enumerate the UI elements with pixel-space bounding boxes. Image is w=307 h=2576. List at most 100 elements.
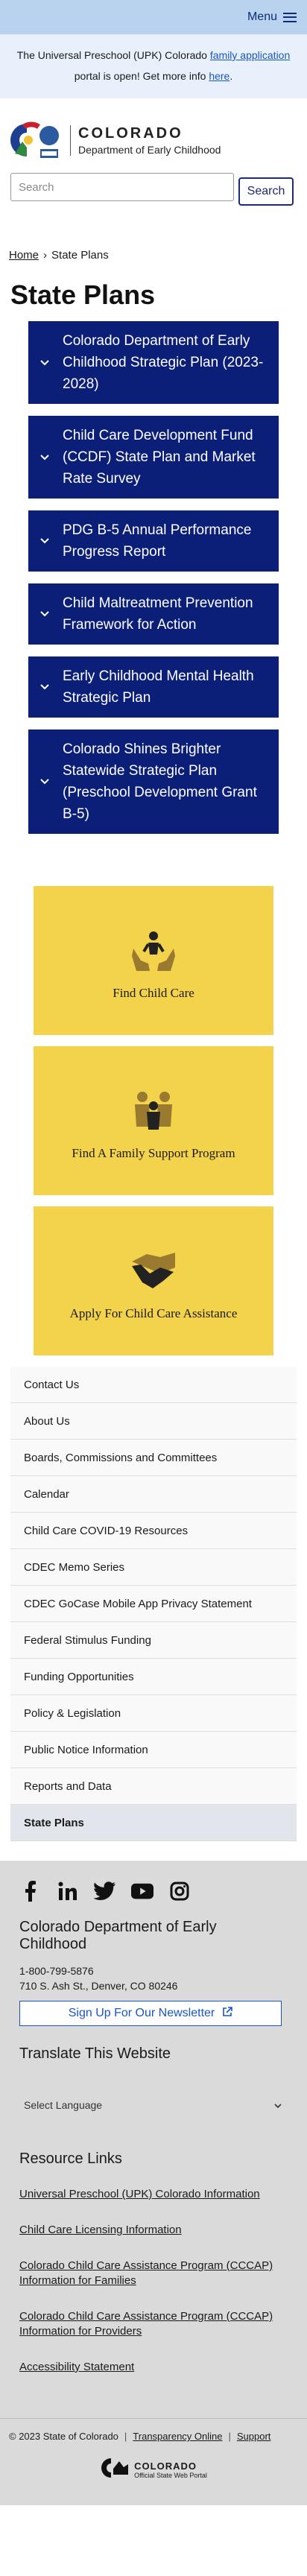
nav-item-memo-series[interactable]: CDEC Memo Series xyxy=(10,1549,297,1586)
logo-title: COLORADO xyxy=(78,124,183,142)
instagram-icon[interactable] xyxy=(168,1880,191,1902)
family-icon xyxy=(130,1086,177,1133)
more-info-link[interactable]: here xyxy=(209,70,230,82)
newsletter-label: Sign Up For Our Newsletter xyxy=(68,2007,215,2019)
newsletter-button[interactable]: Sign Up For Our Newsletter xyxy=(19,2001,282,2026)
support-link[interactable]: Support xyxy=(237,2431,271,2442)
resource-links-title: Resource Links xyxy=(19,2151,122,2167)
language-select[interactable]: Select Language xyxy=(19,2092,288,2118)
portal-logo-text: COLORADO Official State Web Portal xyxy=(134,2461,207,2479)
state-plans-accordion: Colorado Department of Early Childhood S… xyxy=(28,321,279,834)
resource-link-cccap-families[interactable]: Colorado Child Care Assistance Program (… xyxy=(19,2259,288,2288)
twitter-icon[interactable] xyxy=(94,1880,116,1902)
external-link-icon xyxy=(222,2006,233,2021)
nav-item-about-us[interactable]: About Us xyxy=(10,1403,297,1440)
facebook-icon[interactable] xyxy=(19,1880,42,1902)
handshake-icon xyxy=(130,1247,177,1293)
copyright-text: © 2023 State of Colorado xyxy=(9,2431,118,2442)
nav-item-reports[interactable]: Reports and Data xyxy=(10,1768,297,1805)
accordion-item-mental-health[interactable]: Early Childhood Mental Health Strategic … xyxy=(28,656,279,718)
menu-button[interactable]: Menu xyxy=(247,10,297,24)
accordion-item-pdg-report[interactable]: PDG B-5 Annual Performance Progress Repo… xyxy=(28,510,279,572)
alert-text: The Universal Preschool (UPK) Colorado xyxy=(16,49,210,61)
breadcrumb-current: State Plans xyxy=(51,249,109,262)
resource-links: Universal Preschool (UPK) Colorado Infor… xyxy=(19,2187,288,2375)
search-bar: Search xyxy=(10,173,297,206)
accordion-label: Child Maltreatment Prevention Framework … xyxy=(63,595,253,633)
hands-child-icon xyxy=(130,926,177,972)
card-label: Find A Family Support Program xyxy=(72,1146,235,1160)
breadcrumb-home-link[interactable]: Home xyxy=(9,249,39,262)
transparency-link[interactable]: Transparency Online xyxy=(133,2431,222,2442)
chevron-down-icon xyxy=(274,2099,282,2111)
chevron-down-icon xyxy=(40,775,63,788)
page-title: State Plans xyxy=(10,279,156,310)
accordion-item-ccdf[interactable]: Child Care Development Fund (CCDF) State… xyxy=(28,416,279,499)
site-logo[interactable]: COLORADO Department of Early Childhood xyxy=(10,121,297,159)
nav-item-federal-stimulus[interactable]: Federal Stimulus Funding xyxy=(10,1622,297,1659)
accordion-item-strategic-plan[interactable]: Colorado Department of Early Childhood S… xyxy=(28,321,279,404)
logo-subtitle: Department of Early Childhood xyxy=(78,143,221,156)
hamburger-icon xyxy=(283,12,297,22)
bottom-links: © 2023 State of Colorado | Transparency … xyxy=(9,2431,298,2442)
resource-link-licensing[interactable]: Child Care Licensing Information xyxy=(19,2223,288,2238)
alert-banner: The Universal Preschool (UPK) Colorado f… xyxy=(0,34,307,98)
family-application-link[interactable]: family application xyxy=(210,49,290,61)
breadcrumb-separator-icon: › xyxy=(43,249,48,262)
chevron-down-icon xyxy=(40,534,63,548)
search-input[interactable] xyxy=(10,173,234,201)
cdec-logo-icon xyxy=(10,121,63,159)
top-bar: Menu xyxy=(0,0,307,34)
accordion-item-shines-brighter[interactable]: Colorado Shines Brighter Statewide Strat… xyxy=(28,730,279,834)
accordion-label: Early Childhood Mental Health Strategic … xyxy=(63,668,254,706)
language-select-value: Select Language xyxy=(24,2098,103,2111)
portal-subtitle: Official State Web Portal xyxy=(134,2472,207,2479)
logo-text: COLORADO Department of Early Childhood xyxy=(70,124,221,156)
bottom-bar: © 2023 State of Colorado | Transparency … xyxy=(0,2418,307,2505)
nav-item-public-notice[interactable]: Public Notice Information xyxy=(10,1732,297,1768)
find-family-support-card[interactable]: Find A Family Support Program xyxy=(34,1046,273,1195)
accordion-label: Colorado Shines Brighter Statewide Strat… xyxy=(63,741,257,822)
side-navigation: Contact Us About Us Boards, Commissions … xyxy=(10,1367,297,1841)
linkedin-icon[interactable] xyxy=(57,1880,79,1902)
accordion-item-maltreatment[interactable]: Child Maltreatment Prevention Framework … xyxy=(28,583,279,645)
footer-phone[interactable]: 1-800-799-5876 xyxy=(19,1965,288,1977)
nav-item-policy[interactable]: Policy & Legislation xyxy=(10,1695,297,1732)
separator: | xyxy=(228,2431,231,2442)
accordion-label: Child Care Development Fund (CCDF) State… xyxy=(63,428,256,487)
menu-label: Menu xyxy=(247,10,277,23)
site-header: COLORADO Department of Early Childhood S… xyxy=(0,98,307,206)
accordion-label: Colorado Department of Early Childhood S… xyxy=(63,333,264,392)
find-child-care-card[interactable]: Find Child Care xyxy=(34,886,273,1035)
card-label: Apply For Child Care Assistance xyxy=(69,1306,238,1320)
portal-title: COLORADO xyxy=(134,2461,197,2472)
alert-text-end: . xyxy=(230,70,233,82)
nav-item-state-plans[interactable]: State Plans xyxy=(10,1805,297,1841)
colorado-portal-logo[interactable]: COLORADO Official State Web Portal xyxy=(9,2457,298,2483)
separator: | xyxy=(124,2431,127,2442)
nav-item-contact-us[interactable]: Contact Us xyxy=(10,1367,297,1403)
nav-item-gocase-privacy[interactable]: CDEC GoCase Mobile App Privacy Statement xyxy=(10,1586,297,1622)
breadcrumb: Home › State Plans xyxy=(0,249,307,262)
social-links xyxy=(19,1880,288,1902)
chevron-down-icon xyxy=(40,356,63,370)
youtube-icon[interactable] xyxy=(131,1880,154,1902)
nav-item-covid-resources[interactable]: Child Care COVID-19 Resources xyxy=(10,1513,297,1549)
site-footer: Colorado Department of Early Childhood 1… xyxy=(0,1861,307,2418)
card-label: Find Child Care xyxy=(113,986,194,1000)
resource-link-upk[interactable]: Universal Preschool (UPK) Colorado Infor… xyxy=(19,2187,288,2202)
search-button[interactable]: Search xyxy=(238,177,294,206)
nav-item-funding[interactable]: Funding Opportunities xyxy=(10,1659,297,1695)
footer-org-name: Colorado Department of Early Childhood xyxy=(19,1919,217,1952)
nav-item-boards[interactable]: Boards, Commissions and Committees xyxy=(10,1440,297,1476)
chevron-down-icon xyxy=(40,680,63,694)
apply-child-care-assistance-card[interactable]: Apply For Child Care Assistance xyxy=(34,1206,273,1355)
resource-link-cccap-providers[interactable]: Colorado Child Care Assistance Program (… xyxy=(19,2309,288,2339)
nav-item-calendar[interactable]: Calendar xyxy=(10,1476,297,1513)
resource-link-accessibility[interactable]: Accessibility Statement xyxy=(19,2360,288,2375)
translate-title: Translate This Website xyxy=(19,2045,171,2062)
quick-link-cards: Find Child Care Find A Family Support Pr… xyxy=(0,886,307,1355)
footer-address: 710 S. Ash St., Denver, CO 80246 xyxy=(19,1980,178,1992)
colorado-c-icon xyxy=(100,2457,130,2483)
alert-text-2: portal is open! Get more info xyxy=(74,70,209,82)
